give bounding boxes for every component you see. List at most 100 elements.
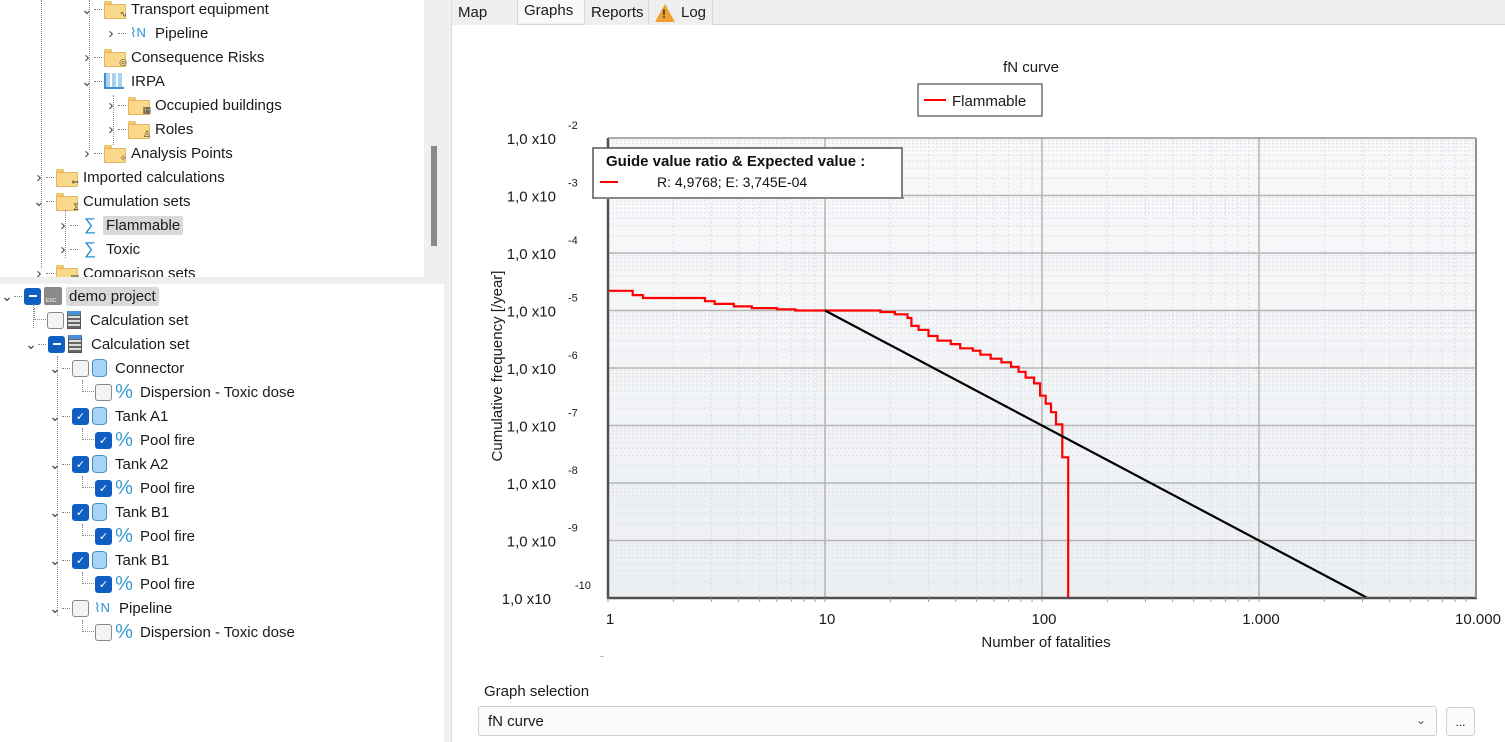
- y-tick-exponent: -2: [568, 120, 578, 132]
- tree-connector: [82, 572, 94, 584]
- graph-options-button[interactable]: ...: [1446, 707, 1475, 736]
- chevron-down-icon[interactable]: ⌄: [48, 360, 62, 376]
- chevron-right-icon[interactable]: ›: [32, 169, 46, 186]
- checkbox[interactable]: ✓: [72, 551, 89, 569]
- tree-item[interactable]: ✓% Pool fire: [82, 476, 198, 500]
- chevron-down-icon[interactable]: ⌄: [80, 73, 94, 89]
- tab-reports[interactable]: Reports: [585, 0, 649, 25]
- chevron-down-icon[interactable]: ⌄: [24, 336, 38, 352]
- tree-item[interactable]: ⌄ Connector: [48, 356, 187, 380]
- tab-log[interactable]: Log: [649, 0, 713, 25]
- tree-item[interactable]: › ▤ Comparison sets: [32, 261, 199, 277]
- x-tick-label: 1.000: [1242, 611, 1280, 628]
- tree-item[interactable]: % Dispersion - Toxic dose: [82, 380, 298, 404]
- chevron-right-icon[interactable]: ›: [56, 241, 70, 258]
- tree-item[interactable]: ⌄ Calculation set: [24, 332, 192, 356]
- tree-connector: [70, 224, 78, 226]
- tree-item[interactable]: › ∑ Toxic: [56, 237, 143, 261]
- tree-item[interactable]: › ∑ Flammable: [56, 213, 184, 237]
- tree-item[interactable]: ✓% Pool fire: [82, 428, 198, 452]
- pane-splitter[interactable]: [0, 277, 444, 284]
- chevron-down-icon[interactable]: ⌄: [48, 456, 62, 472]
- tree-item-label: Dispersion - Toxic dose: [140, 383, 295, 401]
- checkbox[interactable]: ✓: [72, 503, 89, 521]
- vertical-scrollbar[interactable]: [424, 0, 444, 277]
- tree-item[interactable]: % Dispersion - Toxic dose: [82, 620, 298, 644]
- tree-item[interactable]: ⌄ ⌇N Pipeline: [48, 596, 175, 620]
- tree-item[interactable]: ⌄ Σ Cumulation sets: [32, 189, 194, 213]
- checkbox[interactable]: ✓: [95, 527, 112, 545]
- y-tick-label: 1,0 x10 -4: [507, 235, 578, 263]
- tree-guide-line: [41, 0, 42, 268]
- chevron-right-icon[interactable]: ›: [104, 121, 118, 138]
- tree-connector: [94, 152, 102, 154]
- tree-item[interactable]: ⌄ demo project: [0, 284, 159, 308]
- folder-badge-icon: ♙: [142, 129, 151, 139]
- chevron-right-icon[interactable]: ›: [104, 25, 118, 42]
- chevron-down-icon[interactable]: ⌄: [48, 600, 62, 616]
- y-tick-mantissa: 1,0 x10: [507, 534, 556, 551]
- tree-item[interactable]: ⌄ ∿ Transport equipment: [80, 0, 272, 21]
- tree-item[interactable]: ⌄ ✓ Tank A1: [48, 404, 171, 428]
- chevron-right-icon[interactable]: ›: [80, 145, 94, 162]
- checkbox[interactable]: ✓: [95, 431, 112, 449]
- checkbox[interactable]: [72, 599, 89, 617]
- chevron-down-icon[interactable]: ⌄: [0, 288, 14, 304]
- chevron-right-icon[interactable]: ›: [32, 265, 46, 278]
- tab-map[interactable]: Map: [452, 0, 518, 25]
- chevron-right-icon[interactable]: ›: [56, 217, 70, 234]
- tree-item-label: Pipeline: [119, 599, 173, 617]
- graph-selection-dropdown[interactable]: fN curve ⌄: [478, 706, 1437, 736]
- tank-icon: [92, 503, 107, 521]
- tree-item[interactable]: › ⇐ Imported calculations: [32, 165, 228, 189]
- checkbox[interactable]: ✓: [95, 479, 112, 497]
- chevron-down-icon[interactable]: ⌄: [48, 504, 62, 520]
- tree-item[interactable]: ⌄ IRPA: [80, 69, 168, 93]
- y-tick-mantissa: 1,0 x10: [507, 419, 556, 436]
- tree-item[interactable]: › ♙ Roles: [104, 117, 196, 141]
- tree-item[interactable]: ✓% Pool fire: [82, 524, 198, 548]
- checkbox[interactable]: [95, 623, 112, 641]
- tab-graphs[interactable]: Graphs: [518, 0, 585, 23]
- tree-item[interactable]: ✓% Pool fire: [82, 572, 198, 596]
- scrollbar-thumb[interactable]: [431, 146, 437, 246]
- tree-connector: [62, 559, 70, 561]
- checkbox[interactable]: [24, 287, 41, 305]
- chevron-down-icon[interactable]: ⌄: [80, 1, 94, 17]
- tree-connector: [62, 511, 70, 513]
- chevron-down-icon[interactable]: ⌄: [48, 552, 62, 568]
- tree-item[interactable]: › ✧ Analysis Points: [80, 141, 236, 165]
- checkbox[interactable]: [47, 311, 64, 329]
- tree-connector: [62, 415, 70, 417]
- graph-selection-label: Graph selection: [484, 683, 590, 700]
- tree-item-label: Cumulation sets: [83, 192, 191, 210]
- percent-icon: %: [115, 381, 133, 403]
- chevron-right-icon[interactable]: ›: [104, 97, 118, 114]
- sigma-icon: ∑: [83, 239, 97, 258]
- y-tick-label: 1,0 x10 -10: [502, 580, 591, 608]
- tree-item[interactable]: ⌄ ✓ Tank B1: [48, 500, 172, 524]
- tree-item-label: Calculation set: [91, 335, 190, 353]
- y-axis-label: Cumulative frequency [/year]: [489, 271, 506, 462]
- tree-item[interactable]: ⌄ ✓ Tank B1: [48, 548, 172, 572]
- tree-connector: [118, 32, 126, 34]
- checkbox[interactable]: [72, 359, 89, 377]
- tree-item[interactable]: › ⌇N Pipeline: [104, 21, 211, 45]
- checkbox[interactable]: ✓: [72, 455, 89, 473]
- tree-item[interactable]: › ◎ Consequence Risks: [80, 45, 267, 69]
- checkbox[interactable]: ✓: [72, 407, 89, 425]
- chevron-down-icon[interactable]: ⌄: [32, 193, 46, 209]
- tree-item[interactable]: Calculation set: [34, 308, 191, 332]
- checkbox[interactable]: [48, 335, 65, 353]
- panel-divider[interactable]: [444, 0, 452, 742]
- y-tick-mantissa: 1,0 x10: [507, 131, 556, 148]
- chevron-down-icon[interactable]: ⌄: [48, 408, 62, 424]
- tree-item[interactable]: › ▦ Occupied buildings: [104, 93, 285, 117]
- checkbox[interactable]: [95, 383, 112, 401]
- tree-connector: [82, 380, 94, 392]
- checkbox[interactable]: ✓: [95, 575, 112, 593]
- y-tick-exponent: -7: [568, 408, 578, 420]
- y-tick-mantissa: 1,0 x10: [507, 361, 556, 378]
- chevron-right-icon[interactable]: ›: [80, 49, 94, 66]
- tree-item[interactable]: ⌄ ✓ Tank A2: [48, 452, 171, 476]
